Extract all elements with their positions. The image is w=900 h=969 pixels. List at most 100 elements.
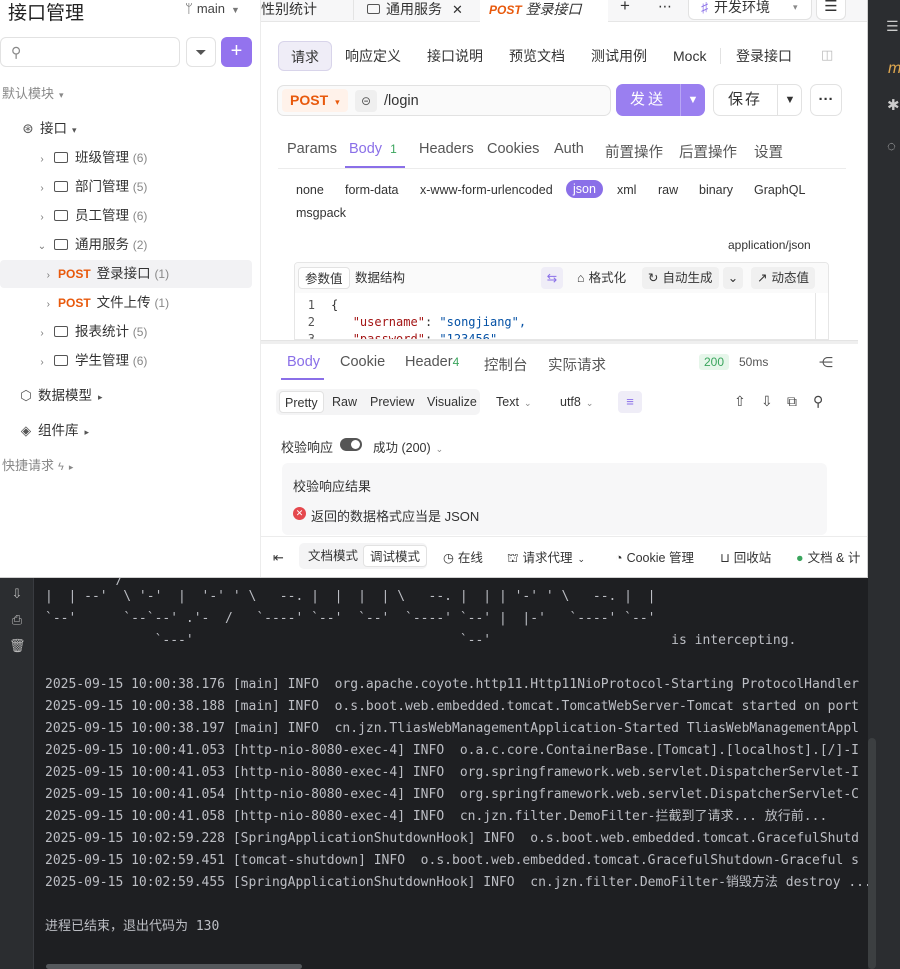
- maven-icon[interactable]: m: [888, 60, 900, 78]
- tab-common-service[interactable]: 通用服务 ✕: [367, 0, 477, 22]
- tree-folder[interactable]: › 报表统计 (5): [36, 318, 147, 346]
- tab-params[interactable]: Params: [287, 141, 337, 157]
- doc-mode-tab[interactable]: 文档模式: [302, 545, 364, 567]
- wrap-icon[interactable]: ≡: [618, 391, 642, 413]
- body-type-raw[interactable]: raw: [658, 183, 678, 197]
- print-icon[interactable]: ⎙: [9, 612, 25, 628]
- view-preview[interactable]: Preview: [365, 391, 419, 413]
- recycle-bin[interactable]: ⊔ 回收站: [720, 547, 771, 569]
- add-button[interactable]: +: [221, 37, 252, 67]
- body-type-msgpack[interactable]: msgpack: [296, 206, 346, 220]
- menu-button[interactable]: ☰: [816, 0, 846, 20]
- tree-endpoint-login[interactable]: › POST 登录接口 (1): [0, 260, 252, 288]
- search-icon[interactable]: ⚲: [813, 393, 823, 410]
- ai-assistant-icon[interactable]: ✱: [887, 96, 900, 114]
- tree-folder[interactable]: › 员工管理 (6): [36, 202, 147, 230]
- format-button[interactable]: ⌂ 格式化: [571, 267, 632, 289]
- url-input[interactable]: /login: [384, 86, 419, 116]
- panel-resize-handle[interactable]: [261, 340, 858, 344]
- notifications-icon[interactable]: ◌: [887, 138, 896, 155]
- tab-actual-request[interactable]: 实际请求: [548, 354, 606, 375]
- tab-data-structure[interactable]: 数据结构: [349, 267, 411, 289]
- branch-selector[interactable]: ᛘ main ▼: [185, 1, 240, 16]
- send-button[interactable]: 发送 ▼: [616, 84, 705, 116]
- tab-pre-processors[interactable]: 前置操作: [605, 141, 663, 162]
- body-type-urlencoded[interactable]: x-www-form-urlencoded: [420, 183, 553, 197]
- tab-response-body[interactable]: Body: [287, 354, 320, 370]
- share-icon[interactable]: ⋲: [819, 354, 833, 371]
- link-icon[interactable]: ⊝: [355, 90, 377, 112]
- cookie-manager[interactable]: ◔ Cookie 管理: [615, 547, 694, 569]
- console-vertical-scrollbar[interactable]: [868, 738, 876, 969]
- method-select[interactable]: POST ▾: [282, 89, 348, 112]
- tab-response-definition[interactable]: 响应定义: [333, 41, 413, 71]
- body-type-form-data[interactable]: form-data: [345, 183, 399, 197]
- tab-body[interactable]: Body 1: [349, 141, 397, 157]
- tab-response-header[interactable]: Header4: [405, 354, 459, 370]
- dynamic-value-button[interactable]: ↗ 动态值: [751, 267, 815, 289]
- tab-preview-doc[interactable]: 预览文档: [497, 41, 577, 71]
- tree-endpoint-upload[interactable]: › POST 文件上传 (1): [0, 289, 169, 317]
- environment-selector[interactable]: ♯ 开发环境 ▾: [688, 0, 812, 20]
- json-editor[interactable]: 参数值 数据结构 ⇆ ⌂ 格式化 ↻ 自动生成 ⌄ ↗ 动态值 1{ 2 "usern…: [294, 262, 829, 340]
- chevron-down-icon[interactable]: ▼: [777, 85, 802, 115]
- split-view-icon[interactable]: ◫: [821, 47, 833, 63]
- tree-folder-expanded[interactable]: ⌄ 通用服务 (2): [36, 231, 148, 259]
- validate-response-select[interactable]: 成功 (200) ⌄: [373, 437, 443, 456]
- body-type-binary[interactable]: binary: [699, 183, 733, 197]
- quick-request[interactable]: 快捷请求 ϟ ▸: [2, 452, 73, 480]
- tab-gender-stats[interactable]: 性别统计: [261, 0, 349, 22]
- online-status[interactable]: ◷ 在线: [443, 547, 483, 569]
- auto-generate-button[interactable]: ↻ 自动生成: [642, 267, 719, 289]
- module-selector[interactable]: 默认模块 ▾: [2, 80, 64, 108]
- collapse-sidebar-icon[interactable]: ⇤: [273, 547, 284, 569]
- tab-console[interactable]: 控制台: [484, 354, 528, 375]
- request-proxy[interactable]: ⛫ 请求代理 ⌄: [507, 547, 585, 569]
- tab-response-cookie[interactable]: Cookie: [340, 354, 385, 370]
- docs-link[interactable]: ● 文档 & 计: [796, 547, 860, 569]
- copy-icon[interactable]: ⧉: [787, 393, 797, 410]
- tab-auth[interactable]: Auth: [554, 141, 584, 157]
- database-icon[interactable]: ☰: [886, 18, 899, 35]
- validate-toggle[interactable]: [340, 438, 362, 451]
- filter-button[interactable]: ⏷: [186, 37, 216, 67]
- tab-headers[interactable]: Headers: [419, 141, 474, 157]
- tree-root-interfaces[interactable]: ⊛ 接口 ▾: [20, 115, 76, 143]
- body-type-xml[interactable]: xml: [617, 183, 636, 197]
- tab-param-values[interactable]: 参数值: [298, 267, 350, 289]
- tree-folder[interactable]: › 部门管理 (5): [36, 173, 147, 201]
- tab-test-cases[interactable]: 测试用例: [579, 41, 659, 71]
- tab-mock[interactable]: Mock: [661, 41, 718, 71]
- close-icon[interactable]: ✕: [452, 2, 463, 17]
- view-pretty[interactable]: Pretty: [279, 391, 324, 413]
- tab-api-description[interactable]: 接口说明: [415, 41, 495, 71]
- view-raw[interactable]: Raw: [327, 391, 362, 413]
- encoding-select[interactable]: utf8 ⌄: [560, 395, 593, 409]
- console-horizontal-scrollbar[interactable]: [46, 964, 302, 969]
- view-visualize[interactable]: Visualize: [422, 391, 482, 413]
- search-input[interactable]: ⚲: [0, 37, 180, 67]
- tab-cookies[interactable]: Cookies: [487, 141, 539, 157]
- body-type-none[interactable]: none: [296, 183, 324, 197]
- trash-icon[interactable]: 🗑: [9, 638, 26, 654]
- scroll-to-end-icon[interactable]: ⇩: [9, 586, 25, 602]
- debug-mode-tab[interactable]: 调试模式: [363, 545, 427, 567]
- format-select[interactable]: Text ⌄: [496, 395, 531, 409]
- chevron-down-icon[interactable]: ▼: [680, 84, 705, 116]
- upload-icon[interactable]: ⇧: [734, 393, 746, 410]
- tree-data-model[interactable]: ⬡ 数据模型 ▸: [18, 382, 102, 410]
- run-console[interactable]: ` ' ' / ' ' ' ' ' ' ' ' ' ' ' ' ' ' ' ' …: [34, 578, 868, 969]
- more-button[interactable]: ···: [810, 84, 842, 116]
- save-button[interactable]: 保存 ▼: [713, 84, 802, 116]
- body-type-graphql[interactable]: GraphQL: [754, 183, 805, 197]
- tab-request[interactable]: 请求: [278, 41, 332, 71]
- wrap-icon[interactable]: ⇆: [541, 267, 563, 289]
- body-type-json[interactable]: json: [566, 180, 603, 198]
- chevron-down-icon[interactable]: ⌄: [723, 267, 743, 289]
- tab-settings[interactable]: 设置: [754, 141, 783, 162]
- tab-login[interactable]: POST 登录接口: [480, 0, 608, 22]
- endpoint-name[interactable]: 登录接口: [724, 41, 804, 71]
- editor-scrollbar[interactable]: [815, 293, 816, 339]
- tabs-more-button[interactable]: ⋯: [658, 0, 672, 19]
- download-icon[interactable]: ⇩: [761, 393, 773, 410]
